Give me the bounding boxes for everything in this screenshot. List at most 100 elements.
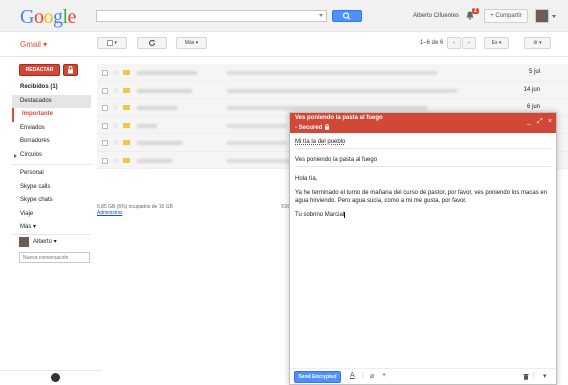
gear-icon: ⚙	[533, 40, 538, 46]
sidebar-item-circles[interactable]: Círculos	[12, 149, 91, 163]
compose-title: Ves poniendo la pasta al fuego	[295, 115, 383, 121]
select-checkbox-button[interactable]: ▾	[97, 37, 127, 49]
to-recipient[interactable]: Mi tía la del pueblo	[295, 139, 345, 145]
hangouts-icon[interactable]	[51, 373, 60, 382]
prev-page-button[interactable]: ‹	[447, 37, 461, 49]
row-checkbox[interactable]	[102, 140, 108, 146]
sender-redacted	[137, 158, 172, 163]
send-encrypted-button[interactable]: Send Encrypted	[294, 371, 341, 383]
star-icon[interactable]: ☆	[112, 68, 119, 77]
compose-header[interactable]: Ves poniendo la pasta al fuego - Secured…	[290, 113, 556, 133]
message-body[interactable]: Hola tía, Ya he terminado el turno de ma…	[295, 175, 551, 225]
chevron-right-icon: ›	[468, 40, 470, 46]
table-row[interactable]: ☆ 14 jun	[97, 81, 568, 99]
sidebar-item-more[interactable]: Más ▾	[12, 221, 91, 235]
hangouts-search-input[interactable]	[19, 252, 90, 263]
google-logo[interactable]: Google	[20, 6, 76, 29]
hangouts-avatar[interactable]	[19, 237, 29, 247]
chevron-left-icon: ‹	[453, 40, 455, 46]
star-icon[interactable]: ☆	[112, 156, 119, 165]
sidebar-nav: Recibidos (1) Destacados Importante Envi…	[12, 81, 91, 235]
gmail-menu-label[interactable]: Gmail ▾	[20, 40, 47, 49]
sidebar-item-sent[interactable]: Enviados	[12, 122, 91, 136]
settings-button[interactable]: ⚙ ▾	[524, 37, 551, 49]
share-button[interactable]: + Compartir	[484, 9, 528, 23]
subject-redacted	[227, 71, 437, 75]
language-button[interactable]: Es ▾	[484, 37, 509, 49]
close-icon[interactable]: ×	[548, 118, 552, 125]
divider	[12, 164, 91, 165]
chevron-down-icon[interactable]	[552, 15, 556, 18]
star-icon[interactable]: ☆	[112, 138, 119, 147]
sidebar-item-skype-calls[interactable]: Skype calls	[12, 181, 91, 195]
search-input[interactable]	[96, 10, 327, 22]
compose-button[interactable]: REDACTAR	[19, 64, 60, 76]
body-paragraph: Ya he terminado el turno de mañana del c…	[295, 190, 548, 204]
to-field[interactable]: Mi tía la del pueblo	[295, 136, 551, 149]
row-checkbox[interactable]	[102, 105, 108, 111]
subject-redacted	[227, 158, 297, 163]
compose-secured-label: - Secured	[295, 124, 330, 131]
attach-icon[interactable]: ⌀	[370, 372, 374, 380]
sidebar-item-travel[interactable]: Viaje	[12, 208, 91, 222]
sidebar-item-personal[interactable]: Personal	[12, 167, 91, 181]
subject-redacted	[227, 123, 287, 128]
secure-compose-button[interactable]	[63, 64, 78, 76]
label-tag-icon	[123, 140, 130, 145]
sidebar-item-drafts[interactable]: Borradores	[12, 135, 91, 149]
sidebar-item-skype-chats[interactable]: Skype chats	[12, 194, 91, 208]
compose-footer: Send Encrypted A | ⌀ + | ▾	[290, 368, 556, 384]
search-icon	[342, 12, 351, 20]
divider: |	[533, 372, 535, 379]
notification-badge: 2	[472, 8, 479, 14]
row-date: 14 jun	[523, 86, 540, 93]
row-checkbox[interactable]	[102, 157, 108, 164]
sender-redacted	[137, 123, 157, 128]
storage-info: 6,85 GB (6%) ocupados de 15 GB Administr…	[97, 204, 173, 216]
next-page-button[interactable]: ›	[462, 37, 476, 49]
star-icon[interactable]: ☆	[112, 103, 119, 112]
label-tag-icon	[123, 105, 130, 110]
divider	[0, 56, 568, 57]
expand-arrow-icon[interactable]	[14, 153, 17, 158]
more-button[interactable]: Más ▾	[176, 37, 207, 49]
sidebar-item-inbox[interactable]: Recibidos (1)	[12, 81, 91, 95]
avatar[interactable]	[535, 9, 549, 23]
more-options-icon[interactable]: ▾	[543, 372, 547, 380]
row-date: 5 jul	[528, 69, 540, 75]
row-checkbox[interactable]	[102, 122, 108, 129]
subject-field[interactable]: Ves poniendo la pasta al fuego	[295, 154, 551, 167]
compose-window: Ves poniendo la pasta al fuego - Secured…	[289, 112, 557, 385]
subject-redacted	[227, 88, 457, 93]
manage-link[interactable]: Administrar	[97, 210, 173, 216]
minimize-icon[interactable]: _	[527, 118, 531, 125]
search-options-icon[interactable]	[319, 14, 323, 17]
table-row[interactable]: ☆ 5 jul	[97, 64, 568, 82]
lock-icon	[325, 124, 330, 130]
row-checkbox[interactable]	[102, 70, 108, 76]
expand-icon[interactable]: ⤢	[537, 118, 543, 126]
subject-redacted	[227, 106, 427, 110]
sender-redacted	[137, 71, 197, 75]
lock-icon	[68, 66, 73, 74]
sender-redacted	[137, 106, 177, 110]
row-checkbox[interactable]	[102, 87, 108, 94]
divider	[12, 234, 91, 235]
sidebar-item-important[interactable]: Importante	[12, 108, 91, 122]
label-tag-icon	[123, 87, 130, 93]
insert-more-icon[interactable]: +	[382, 372, 386, 379]
label-tag-icon	[123, 157, 130, 163]
sender-redacted	[137, 88, 192, 93]
hangouts-user[interactable]: Alberto ▾	[33, 238, 57, 245]
user-name[interactable]: Alberto Cifuentes	[413, 13, 459, 19]
body-signature: Tu sobrino Marcial	[295, 212, 346, 218]
star-icon[interactable]: ☆	[112, 121, 119, 130]
sidebar-item-starred[interactable]: Destacados	[12, 94, 91, 108]
star-icon[interactable]: ☆	[112, 86, 119, 95]
search-button[interactable]	[332, 10, 362, 22]
text-format-icon[interactable]: A	[350, 372, 355, 379]
top-bar: Google Alberto Cifuentes 2 + Compartir	[0, 0, 568, 32]
refresh-icon	[149, 39, 156, 46]
trash-icon[interactable]	[523, 373, 529, 380]
refresh-button[interactable]	[137, 37, 167, 49]
